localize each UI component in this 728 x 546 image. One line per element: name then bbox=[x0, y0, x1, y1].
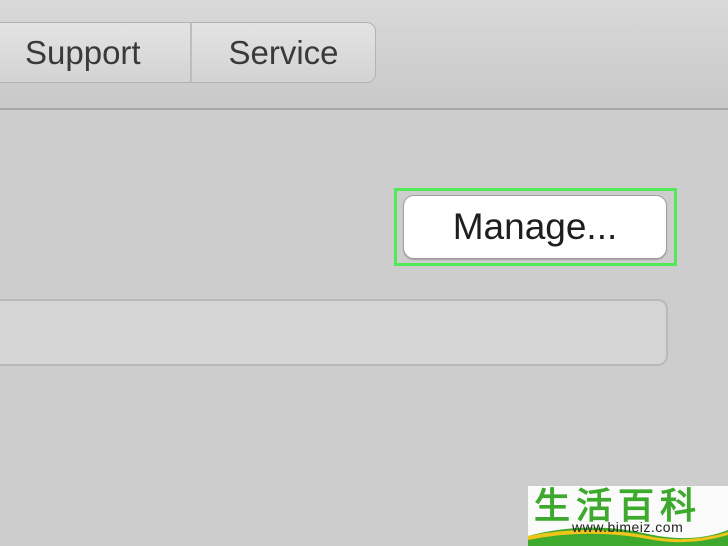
watermark-url: www.bimeiz.com bbox=[572, 519, 684, 535]
tab-service[interactable]: Service bbox=[192, 23, 375, 82]
tab-group: Support Service bbox=[0, 22, 376, 83]
watermark: 生活百科 www.bimeiz.com bbox=[528, 486, 728, 546]
tab-support[interactable]: Support bbox=[0, 23, 192, 82]
toolbar: Support Service bbox=[0, 0, 728, 110]
text-field[interactable] bbox=[0, 299, 668, 366]
manage-button[interactable]: Manage... bbox=[403, 195, 667, 259]
